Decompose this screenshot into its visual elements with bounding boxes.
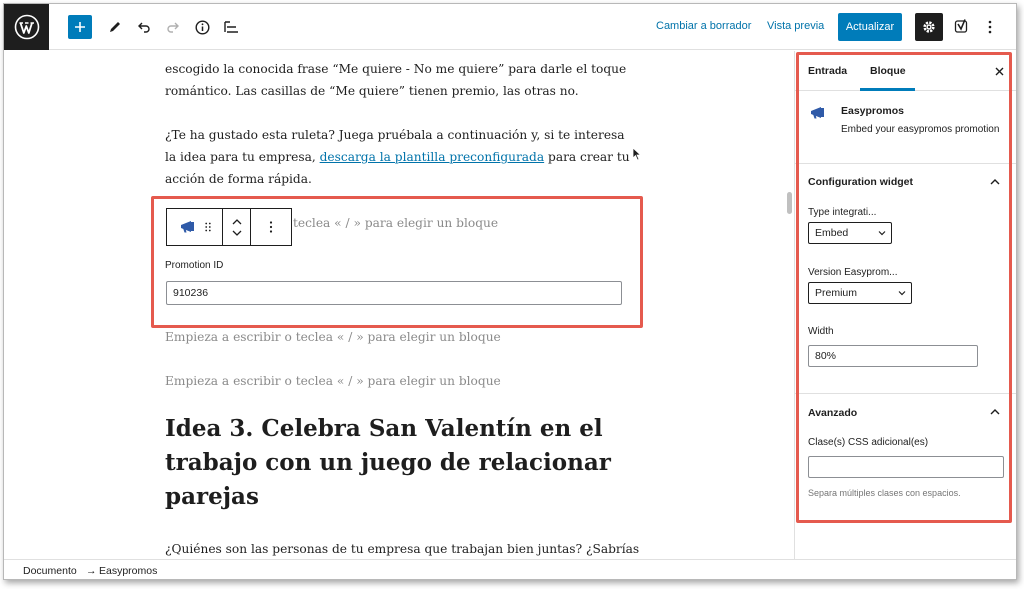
block-breadcrumb: Documento → Easypromos xyxy=(4,559,1016,579)
preview-button[interactable]: Vista previa xyxy=(767,20,824,32)
promotion-id-input[interactable] xyxy=(166,281,622,305)
pencil-icon xyxy=(110,22,120,32)
plus-icon xyxy=(75,22,85,32)
chevron-up-icon[interactable] xyxy=(232,218,242,225)
chevron-down-icon[interactable] xyxy=(232,230,242,236)
redo-icon xyxy=(167,22,179,33)
add-block-button[interactable] xyxy=(68,15,92,39)
info-icon xyxy=(194,19,210,35)
wordpress-logo-icon[interactable] xyxy=(4,4,49,50)
megaphone-icon xyxy=(180,221,194,233)
block-options-button[interactable] xyxy=(251,209,291,245)
editor-window: Cambiar a borrador Vista previa Actualiz… xyxy=(3,3,1017,580)
editor-canvas: escogido la conocida frase “Me quiere - … xyxy=(4,51,794,559)
update-button[interactable]: Actualizar xyxy=(838,13,902,41)
details-button[interactable] xyxy=(190,15,214,39)
empty-block-placeholder[interactable]: Empieza a escribir o teclea « / » para e… xyxy=(165,330,501,344)
breadcrumb-easypromos[interactable]: Easypromos xyxy=(99,565,157,577)
move-controls xyxy=(223,209,251,245)
yoast-seo-button[interactable] xyxy=(950,15,974,39)
empty-block-placeholder[interactable]: Empieza a escribir o teclea « / » para e… xyxy=(165,374,501,388)
block-type-switcher[interactable] xyxy=(167,209,223,245)
editor-scrollbar[interactable] xyxy=(785,51,793,559)
more-vertical-icon xyxy=(988,20,992,34)
drag-handle-icon[interactable] xyxy=(204,222,211,232)
list-view-button[interactable] xyxy=(219,15,243,39)
list-view-icon xyxy=(223,21,238,33)
redo-button[interactable] xyxy=(161,15,185,39)
template-download-link[interactable]: descarga la plantilla preconfigurada xyxy=(320,150,545,164)
more-vertical-icon xyxy=(269,221,273,233)
scrollbar-thumb[interactable] xyxy=(787,192,792,214)
block-toolbar xyxy=(166,208,292,246)
heading-block[interactable]: Idea 3. Celebra San Valentín en el traba… xyxy=(165,412,625,514)
sidebar-highlight xyxy=(796,52,1012,523)
paragraph-block-link[interactable]: ¿Te ha gustado esta ruleta? Juega pruéba… xyxy=(165,124,635,190)
yoast-icon xyxy=(954,19,968,33)
undo-icon xyxy=(138,22,150,33)
promotion-id-label: Promotion ID xyxy=(165,260,224,271)
gear-icon xyxy=(923,21,935,33)
undo-button[interactable] xyxy=(132,15,156,39)
settings-button[interactable] xyxy=(915,13,943,41)
breadcrumb-document[interactable]: Documento xyxy=(23,565,77,577)
options-menu-button[interactable] xyxy=(978,15,1002,39)
edit-tools-button[interactable] xyxy=(103,15,127,39)
top-toolbar: Cambiar a borrador Vista previa Actualiz… xyxy=(4,4,1016,50)
block-placeholder-partial: teclea « / » para elegir un bloque xyxy=(293,216,499,230)
mouse-cursor-icon xyxy=(632,147,642,161)
paragraph-block[interactable]: escogido la conocida frase “Me quiere - … xyxy=(165,58,635,102)
breadcrumb-separator: → xyxy=(86,565,97,577)
paragraph-block[interactable]: ¿Quiénes son las personas de tu empresa … xyxy=(165,538,639,559)
switch-to-draft-button[interactable]: Cambiar a borrador xyxy=(656,20,751,32)
